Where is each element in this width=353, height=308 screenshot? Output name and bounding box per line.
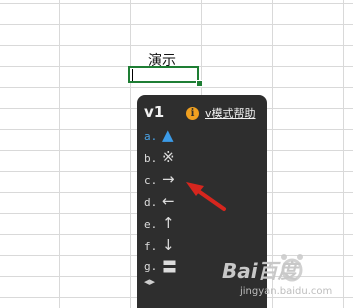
watermark-text: Bai百度: [222, 259, 298, 283]
watermark-subtext: jingyan.baidu.com: [240, 286, 333, 297]
